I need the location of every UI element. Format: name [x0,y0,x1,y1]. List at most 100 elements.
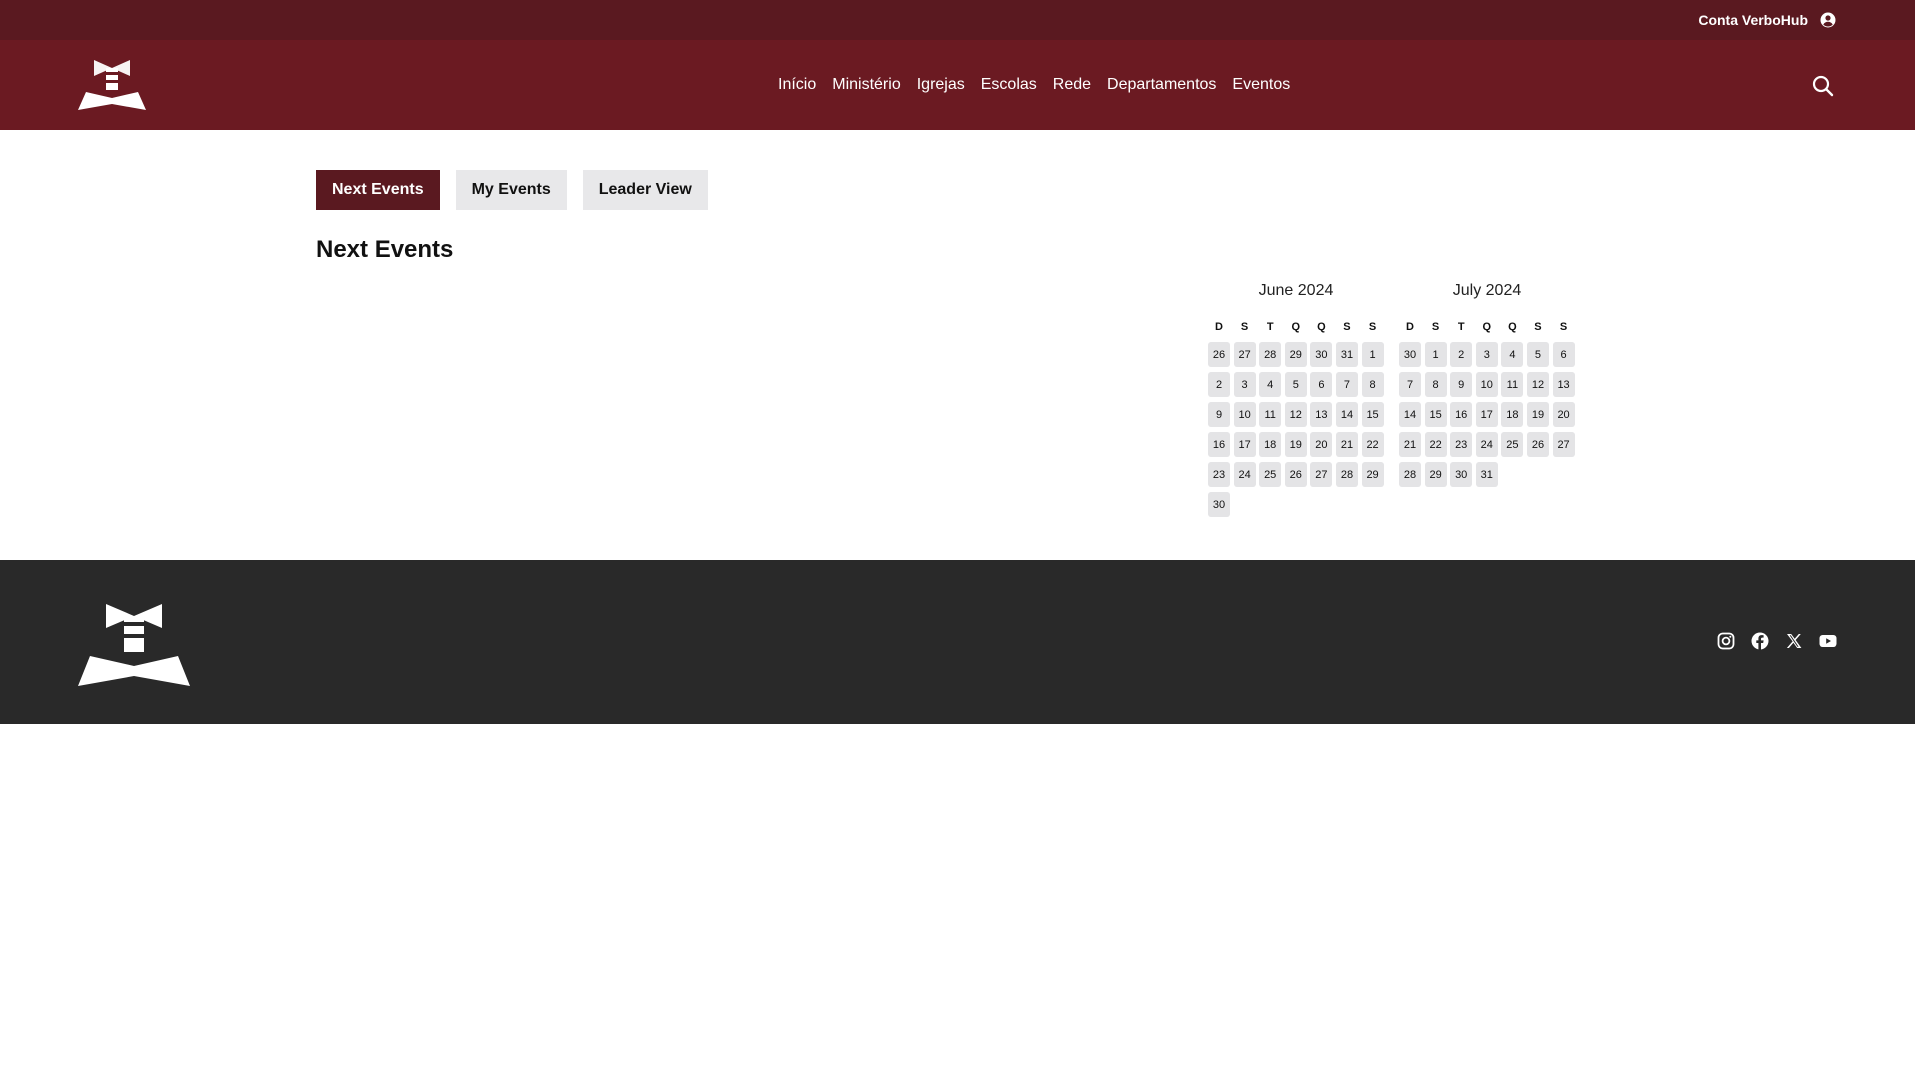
tab-my-events[interactable]: My Events [455,170,567,210]
x-icon[interactable] [1785,632,1803,650]
calendar-day[interactable]: 12 [1284,402,1307,427]
calendar-day[interactable]: 6 [1310,372,1333,397]
calendar-day[interactable]: 18 [1501,402,1524,427]
nav-link-igrejas[interactable]: Igrejas [917,76,965,94]
calendar-day[interactable]: 23 [1208,462,1230,487]
calendar-day[interactable]: 21 [1335,432,1358,457]
calendar-day[interactable]: 5 [1526,342,1549,367]
calendar-day[interactable]: 2 [1450,342,1473,367]
calendar-weekday: S [1368,321,1377,333]
calendar-day[interactable]: 7 [1335,372,1358,397]
tab-leader-view[interactable]: Leader View [582,170,708,210]
calendar-day[interactable]: 28 [1259,342,1282,367]
calendar-day[interactable]: 1 [1424,342,1447,367]
instagram-icon[interactable] [1717,632,1735,650]
calendar-day[interactable]: 14 [1335,402,1358,427]
calendar-day[interactable]: 17 [1475,402,1498,427]
main-header: Início Ministério Igrejas Escolas Rede D… [0,40,1915,130]
main-content: Next Events My Events Leader View Next E… [0,130,1915,560]
calendar-day[interactable]: 26 [1526,432,1549,457]
calendar-day[interactable]: 15 [1361,402,1384,427]
calendar-day[interactable]: 9 [1450,372,1473,397]
calendar-day[interactable]: 28 [1399,462,1421,487]
verbo-da-vida-footer-logo[interactable] [76,600,376,688]
nav-link-ministerio[interactable]: Ministério [832,76,900,94]
calendar-day[interactable]: 3 [1475,342,1498,367]
calendar-day[interactable]: 16 [1208,432,1230,457]
calendar-weekday-header: DSTQQSS [1208,320,1384,334]
calendar-day[interactable]: 30 [1399,342,1421,367]
nav-link-rede[interactable]: Rede [1053,76,1091,94]
calendar-day[interactable]: 13 [1552,372,1575,397]
calendar-day[interactable]: 24 [1475,432,1498,457]
calendar-weekday: S [1431,321,1440,333]
calendar-day[interactable]: 28 [1335,462,1358,487]
calendar-day[interactable]: 16 [1450,402,1473,427]
calendar-day[interactable]: 29 [1361,462,1384,487]
search-icon[interactable] [1811,74,1835,98]
calendar-day[interactable]: 11 [1501,372,1524,397]
calendar-day[interactable]: 10 [1233,402,1256,427]
tab-next-events[interactable]: Next Events [316,170,440,210]
calendar-day[interactable]: 20 [1552,402,1575,427]
calendar-day[interactable]: 11 [1259,402,1282,427]
calendar-day[interactable]: 23 [1450,432,1473,457]
calendar-day[interactable]: 15 [1424,402,1447,427]
calendar-day[interactable]: 12 [1526,372,1549,397]
nav-link-eventos[interactable]: Eventos [1232,76,1290,94]
calendar-day[interactable]: 27 [1233,342,1256,367]
facebook-icon[interactable] [1751,632,1769,650]
calendar-weekday: S [1240,321,1249,333]
youtube-icon[interactable] [1819,632,1837,650]
calendar-day[interactable]: 17 [1233,432,1256,457]
calendar-day[interactable]: 8 [1361,372,1384,397]
main-nav: Início Ministério Igrejas Escolas Rede D… [778,40,1290,130]
calendar-weekday: S [1343,321,1351,333]
verbo-da-vida-logo[interactable] [76,58,256,112]
user-circle-icon [1820,12,1836,28]
calendar-day[interactable]: 21 [1399,432,1421,457]
calendar-day[interactable]: 10 [1475,372,1498,397]
nav-link-inicio[interactable]: Início [778,76,816,94]
calendar-day[interactable]: 25 [1259,462,1282,487]
calendar-day[interactable]: 22 [1361,432,1384,457]
calendar-day[interactable]: 26 [1284,462,1307,487]
top-bar: Conta VerboHub [0,0,1915,40]
calendar-day[interactable]: 6 [1552,342,1575,367]
calendar-day[interactable]: 24 [1233,462,1256,487]
calendar-day[interactable]: 5 [1284,372,1307,397]
calendar-weekday: T [1457,321,1465,333]
footer [0,560,1915,724]
calendar-day[interactable]: 19 [1284,432,1307,457]
calendar-day[interactable]: 18 [1259,432,1282,457]
calendar-day[interactable]: 4 [1501,342,1524,367]
calendar-day[interactable]: 26 [1208,342,1230,367]
calendar-day[interactable]: 27 [1552,432,1575,457]
calendar-day[interactable]: 4 [1259,372,1282,397]
calendar-day[interactable]: 7 [1399,372,1421,397]
calendar-day[interactable]: 25 [1501,432,1524,457]
calendar-day[interactable]: 8 [1424,372,1447,397]
calendar-day[interactable]: 13 [1310,402,1333,427]
nav-link-escolas[interactable]: Escolas [981,76,1037,94]
calendar-day[interactable]: 29 [1284,342,1307,367]
calendar-day[interactable]: 9 [1208,402,1230,427]
calendar-day[interactable]: 30 [1310,342,1333,367]
calendar-days-grid: 30 1 2 3 4 5 6 7 8 9 10 11 12 13 14 15 16 17 18 19 20 21 22 23 2… [1399,342,1575,487]
calendar-day[interactable]: 31 [1475,462,1498,487]
nav-link-departamentos[interactable]: Departamentos [1107,76,1216,94]
account-link[interactable]: Conta VerboHub [1698,12,1836,28]
calendar-day[interactable]: 1 [1361,342,1384,367]
calendar-weekday-header: DSTQQSS [1399,320,1575,334]
calendar-day[interactable]: 3 [1233,372,1256,397]
calendar-day[interactable]: 30 [1208,492,1230,517]
calendar-day[interactable]: 27 [1310,462,1333,487]
calendar-day[interactable]: 29 [1424,462,1447,487]
calendar-day[interactable]: 22 [1424,432,1447,457]
calendar-day[interactable]: 14 [1399,402,1421,427]
calendar-day[interactable]: 30 [1450,462,1473,487]
calendar-day[interactable]: 19 [1526,402,1549,427]
calendar-day[interactable]: 31 [1335,342,1358,367]
calendar-day[interactable]: 2 [1208,372,1230,397]
calendar-day[interactable]: 20 [1310,432,1333,457]
